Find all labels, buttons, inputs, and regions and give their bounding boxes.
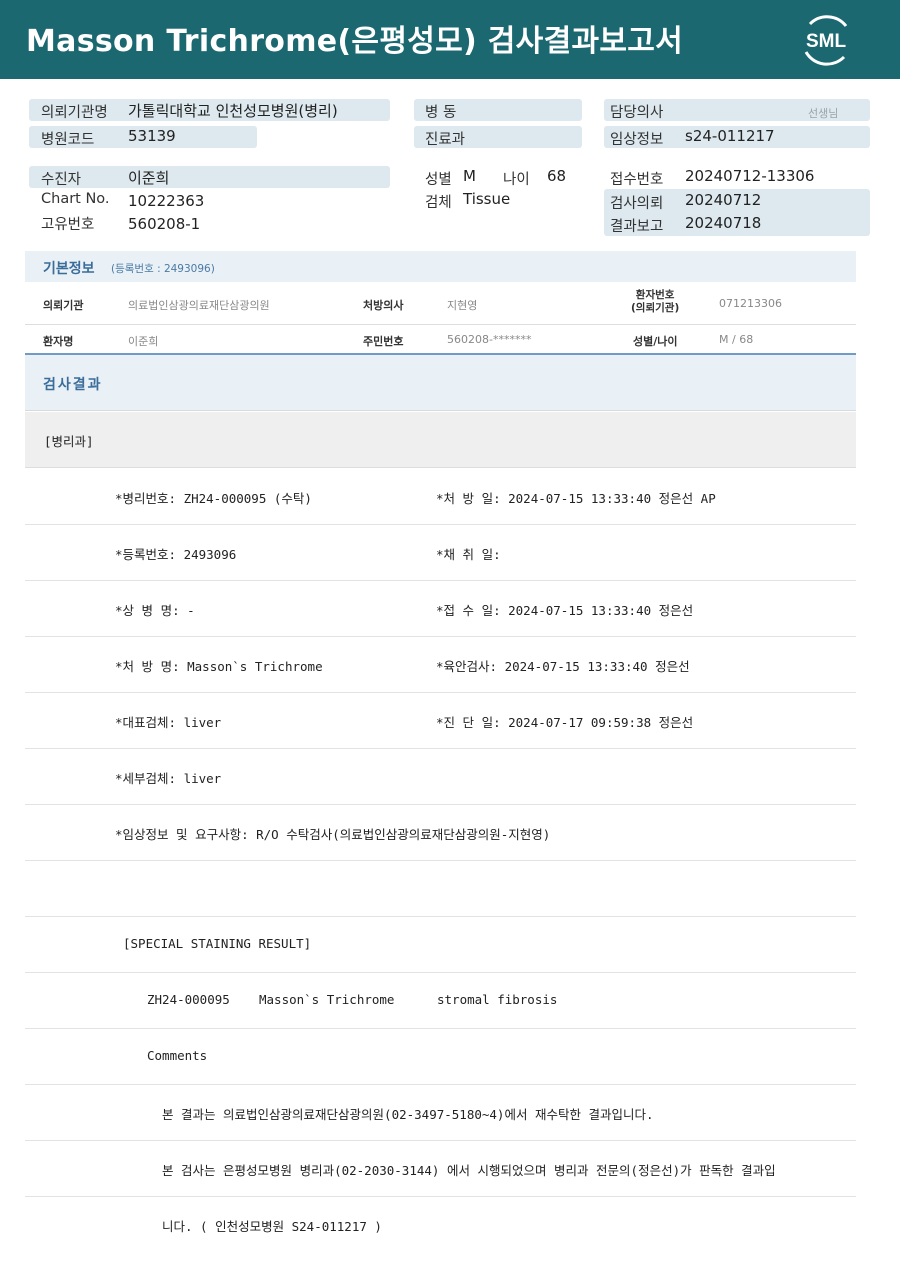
result-line: *등록번호: 2493096 *채 취 일: bbox=[25, 525, 856, 581]
result-line: *대표검체: liver *진 단 일: 2024-07-17 09:59:38… bbox=[25, 693, 856, 749]
result-line: 본 검사는 은평성모병원 병리과(02-2030-3144) 에서 시행되었으며… bbox=[25, 1141, 856, 1197]
org-key: 의뢰기관 bbox=[43, 299, 84, 312]
patient-value: 이준희 bbox=[128, 169, 170, 187]
prescription-name: *처 방 명: Masson`s Trichrome bbox=[115, 659, 323, 674]
receipt-label: 접수번호 bbox=[610, 172, 664, 188]
stain-name: Masson`s Trichrome bbox=[259, 992, 395, 1007]
result-line: Comments bbox=[25, 1029, 856, 1085]
comments-label: Comments bbox=[147, 1048, 208, 1063]
result-bar: 검사결과 bbox=[25, 355, 856, 411]
result-line: ZH24-000095 Masson`s Trichrome stromal f… bbox=[25, 973, 856, 1029]
report-title: Masson Trichrome(은평성모) 검사결과보고서 bbox=[26, 24, 684, 59]
result-line: *상 병 명: - *접 수 일: 2024-07-15 13:33:40 정은… bbox=[25, 581, 856, 637]
comment-line-3: 니다. ( 인천성모병원 S24-011217 ) bbox=[162, 1219, 382, 1234]
pathology-section-title: [병리과] bbox=[44, 434, 94, 449]
clinical-value: s24-011217 bbox=[685, 127, 775, 145]
report-header: Masson Trichrome(은평성모) 검사결과보고서 SML bbox=[0, 0, 900, 79]
result-line: *병리번호: ZH24-000095 (수탁) *처 방 일: 2024-07-… bbox=[25, 469, 856, 525]
result-line: *임상정보 및 요구사항: R/O 수탁검사(의료법인삼광의료재단삼광의원-지현… bbox=[25, 805, 856, 861]
receipt-date: *접 수 일: 2024-07-15 13:33:40 정은선 bbox=[436, 603, 694, 618]
unique-label: 고유번호 bbox=[41, 217, 95, 233]
doctor-hint: 선생님 bbox=[808, 107, 839, 120]
age-label: 나이 bbox=[503, 172, 530, 188]
result-line: 본 결과는 의료법인삼광의료재단삼광의원(02-3497-5180~4)에서 재… bbox=[25, 1085, 856, 1141]
result-line: 니다. ( 인천성모병원 S24-011217 ) bbox=[25, 1197, 856, 1253]
result-line: [SPECIAL STAINING RESULT] bbox=[25, 917, 856, 973]
basic-info-bar: 기본정보 (등록번호 : 2493096) bbox=[25, 251, 856, 282]
sex-age-key: 성별/나이 bbox=[633, 335, 678, 348]
clinical-note: *임상정보 및 요구사항: R/O 수탁검사(의료법인삼광의료재단삼광의원-지현… bbox=[115, 827, 551, 842]
chart-label: Chart No. bbox=[41, 191, 110, 207]
result-line: *처 방 명: Masson`s Trichrome *육안검사: 2024-0… bbox=[25, 637, 856, 693]
hospital-code-value: 53139 bbox=[128, 127, 176, 145]
basic-info-reg-no: (등록번호 : 2493096) bbox=[111, 263, 215, 275]
request-org-value: 가톨릭대학교 인천성모병원(병리) bbox=[128, 102, 338, 120]
specimen-value: Tissue bbox=[463, 190, 511, 208]
rrn-value: 560208-******* bbox=[447, 333, 532, 346]
diagnosis-date: *진 단 일: 2024-07-17 09:59:38 정은선 bbox=[436, 715, 694, 730]
patient-label: 수진자 bbox=[41, 172, 82, 188]
collection-date: *채 취 일: bbox=[436, 547, 501, 562]
report-date-value: 20240718 bbox=[685, 214, 762, 232]
prescriber-key: 처방의사 bbox=[363, 299, 404, 312]
patient-no-key-line1: 환자번호 bbox=[635, 289, 675, 301]
sex-label: 성별 bbox=[425, 172, 452, 188]
basic-info-title: 기본정보 bbox=[43, 261, 95, 277]
patient-no-key: 환자번호 (의뢰기관) bbox=[631, 289, 679, 315]
pathology-section: [병리과] bbox=[25, 412, 856, 468]
org-value: 의료법인삼광의료재단삼광의원 bbox=[128, 299, 270, 312]
special-staining-header: [SPECIAL STAINING RESULT] bbox=[123, 936, 312, 951]
test-request-value: 20240712 bbox=[685, 191, 762, 209]
ward-label: 병 동 bbox=[425, 105, 457, 121]
sml-logo-icon: SML bbox=[804, 15, 848, 66]
patient-no-key-line2: (의뢰기관) bbox=[631, 302, 680, 314]
stain-result: stromal fibrosis bbox=[437, 992, 558, 1007]
stain-id: ZH24-000095 bbox=[147, 992, 230, 1007]
representative-specimen: *대표검체: liver bbox=[115, 715, 222, 730]
registration-no: *등록번호: 2493096 bbox=[115, 547, 237, 562]
diagnosis-name: *상 병 명: - bbox=[115, 603, 195, 618]
comment-line-1: 본 결과는 의료법인삼광의료재단삼광의원(02-3497-5180~4)에서 재… bbox=[162, 1107, 654, 1122]
basic-info-row-1: 의뢰기관 의료법인삼광의료재단삼광의원 처방의사 지현영 환자번호 (의뢰기관)… bbox=[25, 285, 856, 321]
sex-value: M bbox=[463, 167, 476, 185]
patient-box bbox=[29, 166, 390, 188]
result-line: *세부검체: liver bbox=[25, 749, 856, 805]
gross-exam-date: *육안검사: 2024-07-15 13:33:40 정은선 bbox=[436, 659, 690, 674]
patient-no-value: 071213306 bbox=[719, 297, 782, 310]
pathology-no: *병리번호: ZH24-000095 (수탁) bbox=[115, 491, 312, 506]
logo-text: SML bbox=[806, 31, 847, 52]
request-org-label: 의뢰기관명 bbox=[41, 105, 108, 121]
detail-specimen: *세부검체: liver bbox=[115, 771, 222, 786]
blank-line bbox=[25, 861, 856, 917]
unique-value: 560208-1 bbox=[128, 215, 201, 233]
patient-name-value: 이준희 bbox=[128, 335, 159, 348]
rrn-key: 주민번호 bbox=[363, 335, 404, 348]
prescriber-value: 지현영 bbox=[447, 299, 478, 312]
age-value: 68 bbox=[547, 167, 567, 185]
receipt-value: 20240712-13306 bbox=[685, 167, 815, 185]
doctor-label: 담당의사 bbox=[610, 105, 664, 121]
comment-line-2: 본 검사는 은평성모병원 병리과(02-2030-3144) 에서 시행되었으며… bbox=[162, 1163, 776, 1178]
chart-value: 10222363 bbox=[128, 192, 205, 210]
hospital-code-label: 병원코드 bbox=[41, 132, 95, 148]
clinical-label: 임상정보 bbox=[610, 132, 664, 148]
sex-age-value: M / 68 bbox=[719, 333, 754, 346]
report-date-label: 결과보고 bbox=[610, 219, 664, 235]
specimen-label: 검체 bbox=[425, 195, 452, 211]
test-request-label: 검사의뢰 bbox=[610, 196, 664, 212]
prescription-date: *처 방 일: 2024-07-15 13:33:40 정은선 AP bbox=[436, 491, 716, 506]
patient-name-key: 환자명 bbox=[43, 335, 74, 348]
dept-label: 진료과 bbox=[425, 132, 466, 148]
result-title: 검사결과 bbox=[43, 377, 103, 393]
